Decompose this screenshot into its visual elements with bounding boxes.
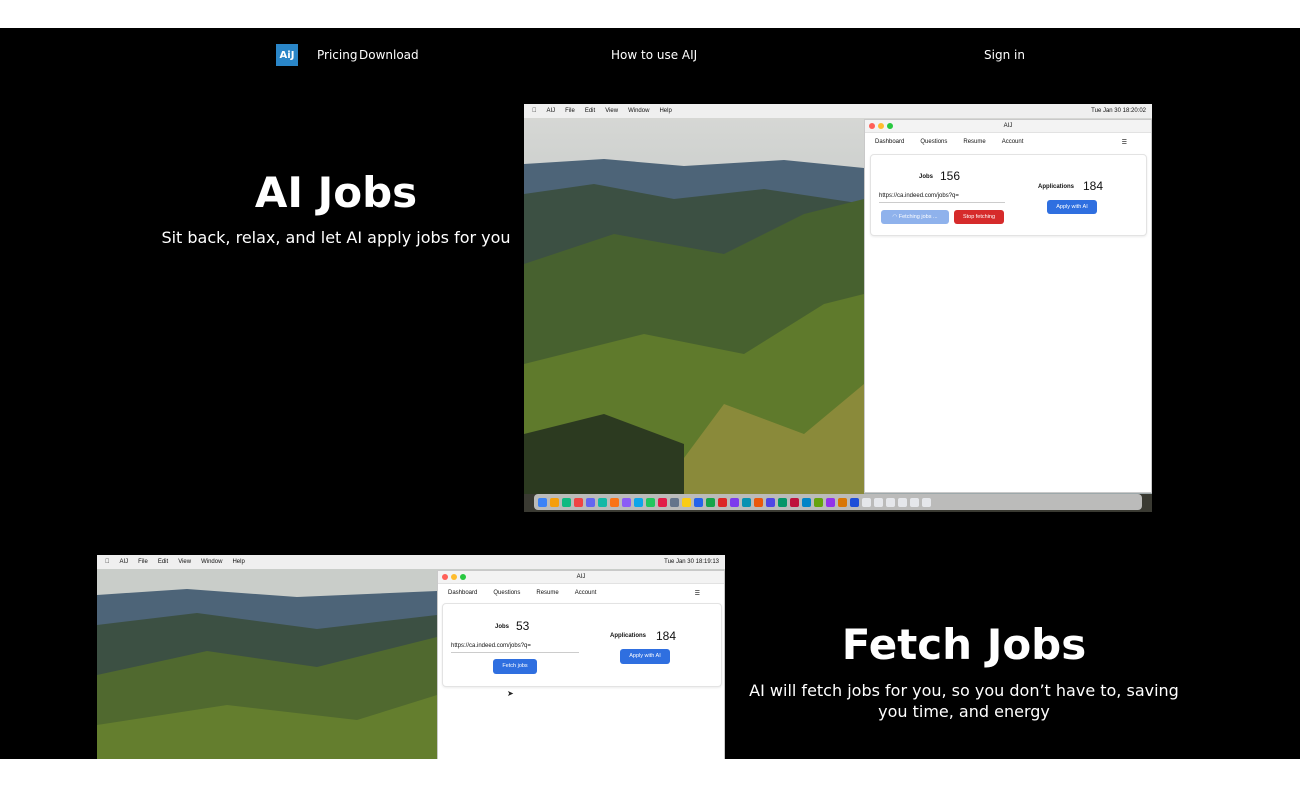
nav-pricing-link[interactable]: Pricing xyxy=(317,48,357,62)
tab-dashboard[interactable]: Dashboard xyxy=(875,139,904,145)
zoom-dot-icon[interactable] xyxy=(887,123,893,129)
fetch-jobs-subtitle: AI will fetch jobs for you, so you don’t… xyxy=(749,681,1179,721)
apply-with-ai-button[interactable]: Apply with AI xyxy=(1047,200,1097,214)
minimize-dot-icon[interactable] xyxy=(451,574,457,580)
app-screenshot-fetch:  AIJ File Edit View Window Help Tue Jan… xyxy=(97,555,725,759)
hero-title: AI Jobs xyxy=(254,168,418,217)
applications-count: 184 xyxy=(656,629,677,643)
jobs-label: Jobs xyxy=(495,624,510,630)
menu-file[interactable]: File xyxy=(565,108,575,114)
hamburger-menu-icon[interactable]: ☰ xyxy=(695,590,700,597)
app-window: AIJ Dashboard Questions Resume Account ☰… xyxy=(437,570,725,759)
apple-icon[interactable]:  xyxy=(105,559,110,565)
tab-dashboard[interactable]: Dashboard xyxy=(448,590,477,596)
menu-window[interactable]: Window xyxy=(628,108,649,114)
jobs-label: Jobs xyxy=(919,174,934,180)
close-dot-icon[interactable] xyxy=(869,123,875,129)
cursor-icon: ➤ xyxy=(507,689,514,698)
jobs-count: 53 xyxy=(516,619,530,633)
minimize-dot-icon[interactable] xyxy=(878,123,884,129)
fetching-label: Fetching jobs ... xyxy=(898,214,938,220)
jobs-count: 156 xyxy=(940,169,961,183)
apply-with-ai-button[interactable]: Apply with AI xyxy=(620,649,670,664)
window-titlebar: AIJ xyxy=(438,571,724,584)
app-tabs: Dashboard Questions Resume Account ☰ xyxy=(865,133,1151,151)
menu-file[interactable]: File xyxy=(138,559,148,565)
spinner-icon: ◠ xyxy=(892,214,898,220)
stop-fetching-button[interactable]: Stop fetching xyxy=(954,210,1004,224)
close-dot-icon[interactable] xyxy=(442,574,448,580)
menu-app[interactable]: AIJ xyxy=(547,108,556,114)
menu-app[interactable]: AIJ xyxy=(120,559,129,565)
tab-questions[interactable]: Questions xyxy=(920,139,947,145)
menu-view[interactable]: View xyxy=(178,559,191,565)
fetch-jobs-button[interactable]: Fetch jobs xyxy=(493,659,537,674)
tab-questions[interactable]: Questions xyxy=(493,590,520,596)
zoom-dot-icon[interactable] xyxy=(460,574,466,580)
applications-count: 184 xyxy=(1083,179,1104,193)
hero-subtitle: Sit back, relax, and let AI apply jobs f… xyxy=(161,228,511,247)
menu-edit[interactable]: Edit xyxy=(585,108,595,114)
fetching-button[interactable]: ◠ Fetching jobs ... xyxy=(881,210,949,224)
menubar-clock: Tue Jan 30 18:19:13 xyxy=(664,559,719,565)
menu-help[interactable]: Help xyxy=(232,559,244,565)
window-title: AIJ xyxy=(576,574,586,580)
app-screenshot-fetching:  AIJ File Edit View Window Help Tue Jan… xyxy=(524,104,1152,512)
menubar-clock: Tue Jan 30 18:20:02 xyxy=(1091,108,1146,114)
hamburger-menu-icon[interactable]: ☰ xyxy=(1122,139,1127,146)
tab-account[interactable]: Account xyxy=(575,590,597,596)
apple-icon[interactable]:  xyxy=(532,108,537,114)
mac-dock xyxy=(534,494,1142,510)
menu-edit[interactable]: Edit xyxy=(158,559,168,565)
app-tabs: Dashboard Questions Resume Account ☰ xyxy=(438,584,724,602)
url-input[interactable]: https://ca.indeed.com/jobs?q= xyxy=(879,191,1005,203)
menu-help[interactable]: Help xyxy=(659,108,671,114)
menu-view[interactable]: View xyxy=(605,108,618,114)
nav-how-to-link[interactable]: How to use AIJ xyxy=(611,48,697,62)
nav-download-link[interactable]: Download xyxy=(359,48,419,62)
mac-menubar:  AIJ File Edit View Window Help Tue Jan… xyxy=(524,104,1152,118)
tab-resume[interactable]: Resume xyxy=(536,590,558,596)
tab-account[interactable]: Account xyxy=(1002,139,1024,145)
logo[interactable]: AiJ xyxy=(276,44,298,66)
app-window: AIJ Dashboard Questions Resume Account ☰… xyxy=(864,119,1152,493)
window-title: AIJ xyxy=(1003,123,1013,129)
dashboard-card: Jobs 156 https://ca.indeed.com/jobs?q= ◠… xyxy=(870,154,1147,236)
menu-window[interactable]: Window xyxy=(201,559,222,565)
nav-sign-in-link[interactable]: Sign in xyxy=(984,48,1025,62)
dashboard-card: Jobs 53 https://ca.indeed.com/jobs?q= Fe… xyxy=(442,603,722,687)
window-titlebar: AIJ xyxy=(865,120,1151,133)
mac-menubar:  AIJ File Edit View Window Help Tue Jan… xyxy=(97,555,725,569)
applications-label: Applications xyxy=(1038,184,1075,190)
tab-resume[interactable]: Resume xyxy=(963,139,985,145)
applications-label: Applications xyxy=(610,633,647,639)
fetch-jobs-title: Fetch Jobs xyxy=(841,620,1087,669)
url-input[interactable]: https://ca.indeed.com/jobs?q= xyxy=(451,641,579,653)
page: AiJ Pricing Download How to use AIJ Sign… xyxy=(0,28,1300,759)
